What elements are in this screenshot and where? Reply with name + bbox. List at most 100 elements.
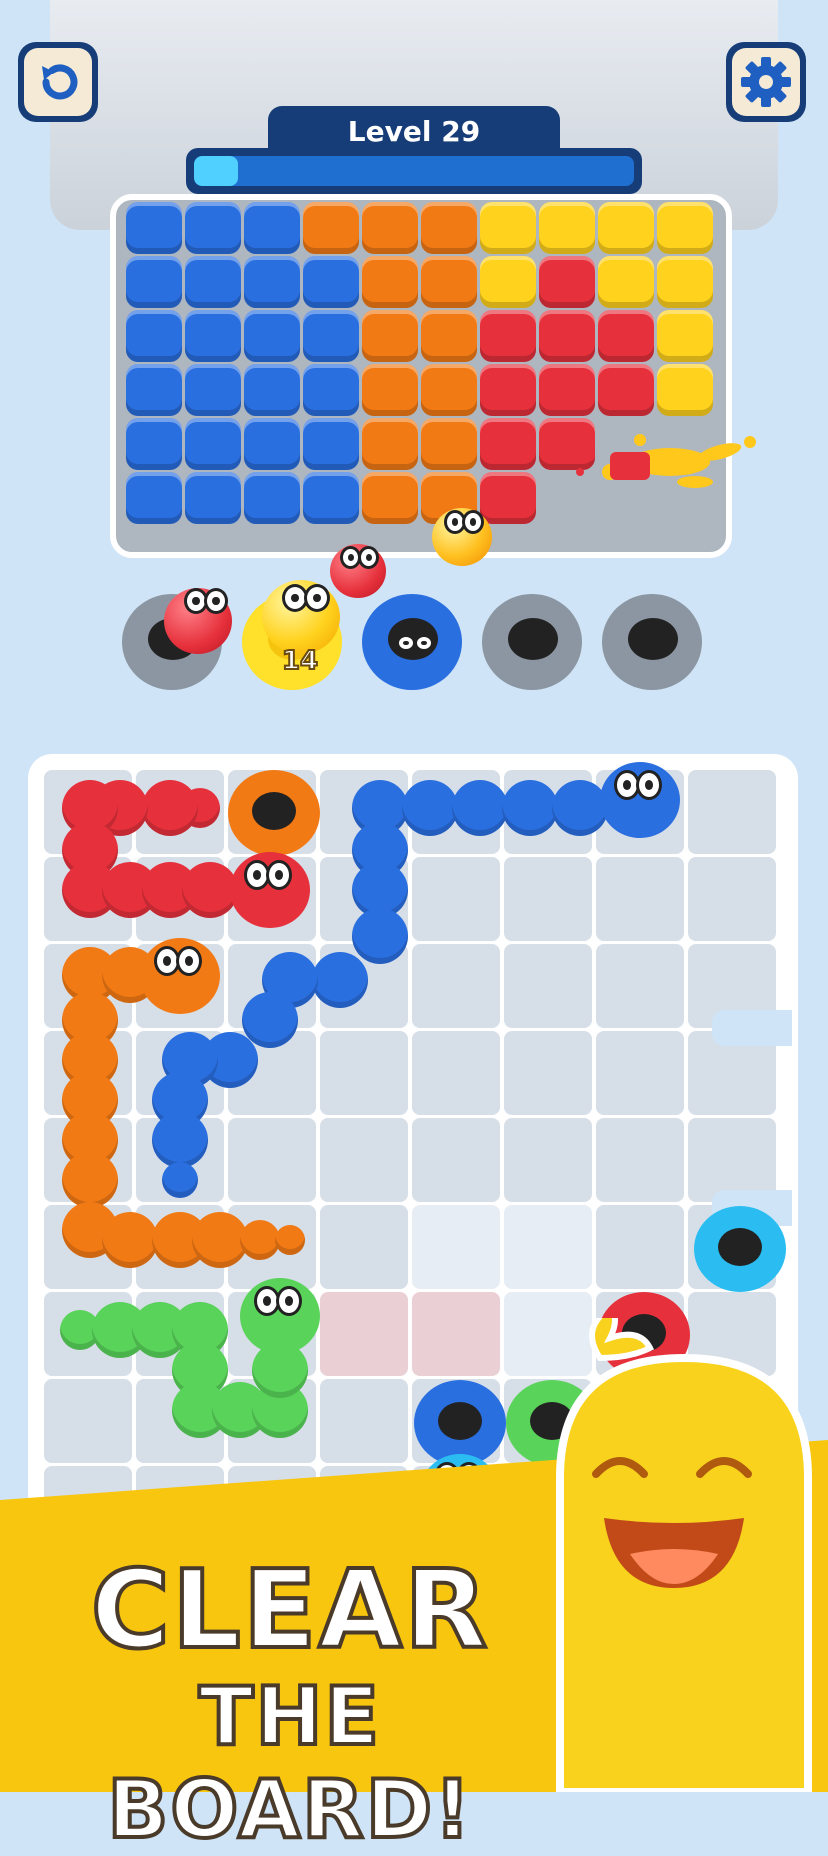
wall-block xyxy=(539,310,595,362)
orange-snake-segment xyxy=(62,1152,118,1208)
wall-block xyxy=(362,472,418,524)
queue-hole-3[interactable] xyxy=(362,594,462,690)
wall-block xyxy=(126,310,182,362)
wall-block xyxy=(362,364,418,416)
wall-block xyxy=(480,418,536,470)
wall-block xyxy=(480,202,536,254)
settings-button[interactable] xyxy=(726,42,806,122)
blue-snake-segment xyxy=(552,780,608,836)
board-cell[interactable] xyxy=(412,1292,500,1376)
wall-block xyxy=(657,202,713,254)
wall-block xyxy=(657,364,713,416)
queue-hole-5[interactable] xyxy=(602,594,702,690)
wall-block xyxy=(362,202,418,254)
queued-ball-red xyxy=(164,588,232,654)
wall-block xyxy=(185,202,241,254)
wall-block xyxy=(126,418,182,470)
orange-snake-head[interactable] xyxy=(140,938,220,1014)
board-hole-cyan[interactable] xyxy=(694,1206,786,1292)
board-cell[interactable] xyxy=(412,1118,500,1202)
board-cell[interactable] xyxy=(504,1031,592,1115)
wall-block xyxy=(421,256,477,308)
board-cell[interactable] xyxy=(320,1118,408,1202)
wall-block xyxy=(598,256,654,308)
board-cell[interactable] xyxy=(320,1031,408,1115)
wall-block xyxy=(539,364,595,416)
blue-snake-segment xyxy=(502,780,558,836)
board-cell[interactable] xyxy=(596,1118,684,1202)
green-snake-head[interactable] xyxy=(240,1278,320,1354)
board-cell[interactable] xyxy=(504,857,592,941)
yellow-mascot xyxy=(556,1318,812,1792)
orange-snake-segment xyxy=(275,1225,305,1255)
wall-block xyxy=(598,310,654,362)
board-cell[interactable] xyxy=(228,1118,316,1202)
board-cell[interactable] xyxy=(412,1031,500,1115)
wall-block xyxy=(421,202,477,254)
blue-snake-head[interactable] xyxy=(600,762,680,838)
wall-block xyxy=(185,418,241,470)
wall-block xyxy=(303,418,359,470)
ball-counter: 14 xyxy=(281,645,319,677)
board-cell[interactable] xyxy=(688,857,776,941)
wall-block xyxy=(480,310,536,362)
queued-ball-yellow xyxy=(262,580,340,654)
blue-snake-segment xyxy=(452,780,508,836)
flying-ball-red xyxy=(330,544,386,598)
wall-block xyxy=(244,472,300,524)
wall-block xyxy=(185,310,241,362)
wall-block xyxy=(303,364,359,416)
board-cell[interactable] xyxy=(412,857,500,941)
gear-icon xyxy=(741,57,791,107)
board-cell[interactable] xyxy=(596,1205,684,1289)
board-cell[interactable] xyxy=(412,944,500,1028)
blue-snake-segment xyxy=(242,992,298,1048)
orange-snake-segment xyxy=(240,1220,280,1260)
wall-block xyxy=(303,202,359,254)
restart-button[interactable] xyxy=(18,42,98,122)
wall-block xyxy=(539,202,595,254)
board-cell[interactable] xyxy=(596,1031,684,1115)
orange-snake-segment xyxy=(102,1212,158,1268)
wall-block xyxy=(362,418,418,470)
wall-block xyxy=(362,256,418,308)
level-progress-bar xyxy=(186,148,642,194)
wall-block xyxy=(421,310,477,362)
queue-hole-4[interactable] xyxy=(482,594,582,690)
wall-block xyxy=(480,256,536,308)
wall-block xyxy=(244,310,300,362)
wall-block xyxy=(126,472,182,524)
board-cell[interactable] xyxy=(320,1292,408,1376)
board-cell[interactable] xyxy=(596,857,684,941)
wall-block xyxy=(539,256,595,308)
board-cell[interactable] xyxy=(504,944,592,1028)
wall-block xyxy=(185,472,241,524)
wall-block xyxy=(244,418,300,470)
restart-icon xyxy=(42,64,78,100)
wall-block xyxy=(421,418,477,470)
headline-line-1: CLEAR xyxy=(89,1546,490,1675)
wall-block xyxy=(362,310,418,362)
wall-block xyxy=(303,310,359,362)
yellow-splash xyxy=(576,434,756,488)
board-cell[interactable] xyxy=(596,944,684,1028)
board-cell[interactable] xyxy=(688,770,776,854)
wall-block xyxy=(126,364,182,416)
board-cell[interactable] xyxy=(504,1205,592,1289)
wall-block xyxy=(598,364,654,416)
board-cell[interactable] xyxy=(504,1118,592,1202)
board-hole-orange[interactable] xyxy=(228,770,320,856)
blue-snake-segment xyxy=(312,952,368,1008)
board-cell[interactable] xyxy=(412,1205,500,1289)
wall-block xyxy=(480,472,536,524)
wall-block xyxy=(126,256,182,308)
wall-block xyxy=(657,256,713,308)
wall-block xyxy=(244,364,300,416)
wall-block xyxy=(303,472,359,524)
red-snake-head[interactable] xyxy=(230,852,310,928)
wall-block xyxy=(598,202,654,254)
wall-block xyxy=(657,310,713,362)
board-cell[interactable] xyxy=(320,1205,408,1289)
level-progress-fill xyxy=(194,156,238,186)
blue-snake-segment xyxy=(352,908,408,964)
